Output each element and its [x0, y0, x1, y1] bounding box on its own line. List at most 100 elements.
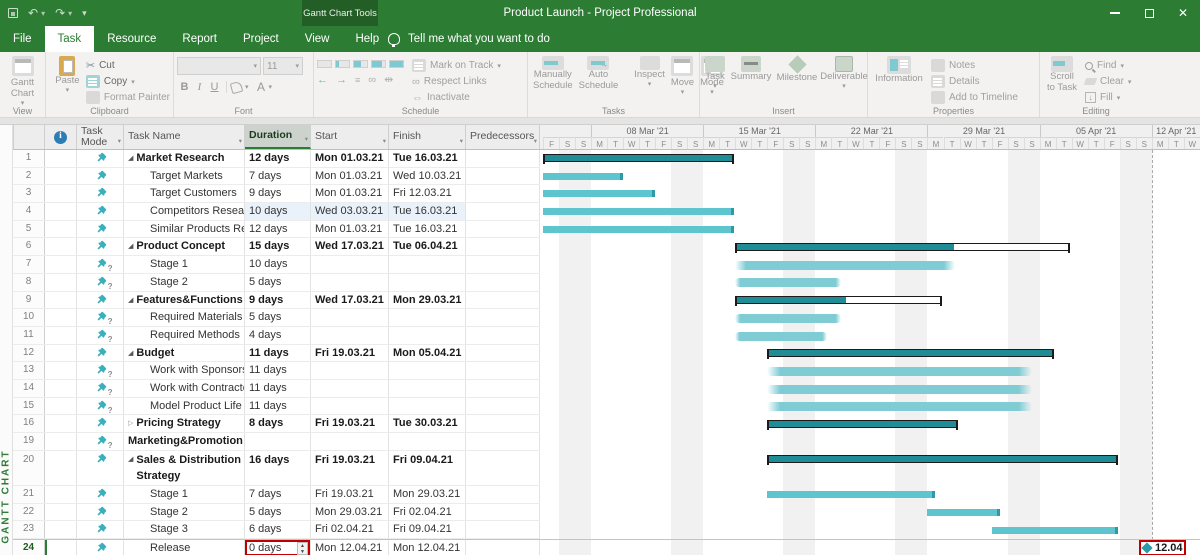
finish-cell[interactable]: Mon 29.03.21 [389, 291, 466, 309]
finish-filter-icon[interactable]: ▾ [460, 138, 463, 146]
table-row[interactable]: 10? Required Materials 5 days [13, 309, 540, 327]
start-cell[interactable]: Wed 17.03.21 [311, 238, 389, 256]
percent-25%-button[interactable] [335, 60, 350, 68]
collapse-expand-icon-expanded[interactable]: ◢ [128, 292, 133, 309]
table-row[interactable]: 24 Release 0 days ▲ ▼ Mon 12.04.21 Mon 12.04.2… [13, 539, 540, 555]
gantt-chart-pane[interactable]: 12.04 [540, 150, 1200, 555]
task-name-header[interactable]: Task Name ▾ [124, 125, 245, 149]
predecessors-cell[interactable] [466, 486, 540, 503]
predecessors-cell[interactable] [466, 450, 540, 486]
duration-cell[interactable]: 15 days [245, 238, 311, 256]
task-name[interactable]: Target Customers [150, 185, 237, 202]
indicators-cell[interactable] [45, 503, 77, 521]
row-number[interactable]: 10 [13, 309, 45, 326]
task-name-filter-icon[interactable]: ▾ [239, 138, 242, 146]
task-mode-pin-question-icon[interactable]: ? [77, 397, 124, 415]
finish-cell[interactable]: Fri 02.04.21 [389, 503, 466, 521]
row-number[interactable]: 12 [13, 344, 45, 362]
task-table[interactable]: 1 ◢ Market Research 12 days Mon 01.03.21 Tue … [13, 150, 540, 555]
gantt-manual-task-bar[interactable] [767, 384, 1032, 394]
scroll-to-task-button[interactable]: Scroll to Task [1043, 55, 1081, 105]
table-row[interactable]: 11? Required Methods 4 days [13, 326, 540, 345]
start-cell[interactable] [311, 433, 389, 450]
row-number[interactable]: 4 [13, 203, 45, 220]
predecessors-cell[interactable] [466, 273, 540, 291]
save-icon[interactable] [8, 8, 18, 18]
indicators-cell[interactable] [45, 362, 77, 379]
insert-deliverable-button[interactable]: Deliverable ▾ [820, 55, 868, 105]
close-button[interactable]: ✕ [1166, 0, 1200, 26]
gantt-task-bar[interactable] [927, 509, 1000, 516]
insert-milestone-button[interactable]: Milestone [775, 55, 819, 105]
finish-cell[interactable] [389, 256, 466, 273]
predecessors-cell[interactable] [466, 397, 540, 415]
table-row[interactable]: 1 ◢ Market Research 12 days Mon 01.03.21 Tue … [13, 150, 540, 168]
row-number[interactable]: 24 [13, 540, 45, 555]
gantt-task-bar[interactable] [543, 172, 624, 180]
duration-cell[interactable]: 10 days [245, 203, 311, 220]
start-cell[interactable] [311, 379, 389, 397]
task-mode-header[interactable]: Task Mode ▾ [77, 125, 124, 149]
task-mode-pin-icon[interactable] [77, 415, 124, 432]
row-number[interactable]: 22 [13, 503, 45, 521]
duration-cell[interactable]: 11 days [245, 344, 311, 362]
start-cell[interactable]: Fri 19.03.21 [311, 344, 389, 362]
unlink-tasks-icon[interactable]: ⇹ [384, 73, 393, 86]
task-name[interactable]: Required Methods [150, 327, 240, 344]
start-cell[interactable]: Mon 01.03.21 [311, 167, 389, 185]
table-row[interactable]: 20 ◢ Sales & Distribution Strategy 16 days F… [13, 450, 540, 487]
duration-cell[interactable]: 5 days [245, 503, 311, 521]
row-number[interactable]: 7 [13, 256, 45, 273]
gantt-task-bar[interactable] [543, 225, 734, 233]
gantt-summary-bar[interactable] [767, 348, 1055, 359]
task-name[interactable]: Work with Sponsors [150, 362, 244, 379]
task-mode-pin-question-icon[interactable]: ? [77, 433, 124, 450]
predecessors-cell[interactable] [466, 167, 540, 185]
finish-cell[interactable]: Tue 06.04.21 [389, 238, 466, 256]
task-mode-pin-icon[interactable] [77, 185, 124, 203]
indicators-header[interactable]: i [45, 125, 77, 149]
gantt-task-bar[interactable] [991, 526, 1119, 534]
task-name[interactable]: Marketing&Promotion [128, 433, 243, 450]
manually-schedule-button[interactable]: Manually Schedule [531, 55, 575, 105]
insert-task-button[interactable]: Task ▾ [703, 55, 727, 105]
duration-cell[interactable]: 12 days [245, 220, 311, 238]
start-cell[interactable]: Fri 19.03.21 [311, 450, 389, 486]
predecessors-cell[interactable] [466, 433, 540, 450]
row-number[interactable]: 2 [13, 167, 45, 185]
gantt-chart-view-button[interactable]: Gantt Chart ▾ [3, 55, 42, 107]
task-name[interactable]: Budget [136, 345, 174, 362]
task-mode-pin-icon[interactable] [77, 291, 124, 309]
gantt-manual-task-bar[interactable] [735, 260, 955, 270]
tab-project[interactable]: Project [230, 26, 292, 52]
insert-summary-button[interactable]: Summary [729, 55, 773, 105]
tab-task[interactable]: Task [44, 26, 95, 52]
table-row[interactable]: 6 ◢ Product Concept 15 days Wed 17.03.21 Tue … [13, 238, 540, 257]
indicators-cell[interactable] [45, 150, 77, 167]
start-cell[interactable]: Mon 01.03.21 [311, 150, 389, 167]
collapse-expand-icon-expanded[interactable]: ◢ [128, 150, 133, 167]
percent-100%-button[interactable] [389, 60, 404, 68]
duration-header[interactable]: Duration ▾ [245, 125, 311, 149]
milestone-diamond-icon[interactable] [1141, 542, 1153, 555]
duration-cell[interactable]: 5 days [245, 309, 311, 326]
gantt-manual-task-bar[interactable] [735, 331, 827, 341]
row-number[interactable]: 15 [13, 397, 45, 415]
finish-cell[interactable] [389, 326, 466, 344]
duration-cell[interactable]: 12 days [245, 150, 311, 167]
finish-cell[interactable]: Tue 30.03.21 [389, 415, 466, 432]
task-name[interactable]: Competitors Research [150, 203, 244, 220]
indicators-cell[interactable] [45, 167, 77, 185]
duration-cell[interactable]: 5 days [245, 273, 311, 291]
start-filter-icon[interactable]: ▾ [383, 138, 386, 146]
predecessors-cell[interactable] [466, 220, 540, 238]
collapse-expand-icon-collapsed[interactable]: ▷ [128, 415, 133, 432]
gantt-task-bar[interactable] [543, 208, 734, 216]
duration-cell[interactable]: 6 days [245, 521, 311, 539]
font-size-combo[interactable]: 11 ▾ [263, 57, 303, 75]
duration-cell[interactable]: 7 days [245, 486, 311, 503]
indicators-cell[interactable] [45, 344, 77, 362]
undo-icon[interactable]: ↶ [28, 6, 38, 20]
start-cell[interactable]: Mon 01.03.21 [311, 185, 389, 203]
finish-header[interactable]: Finish ▾ [389, 125, 466, 149]
